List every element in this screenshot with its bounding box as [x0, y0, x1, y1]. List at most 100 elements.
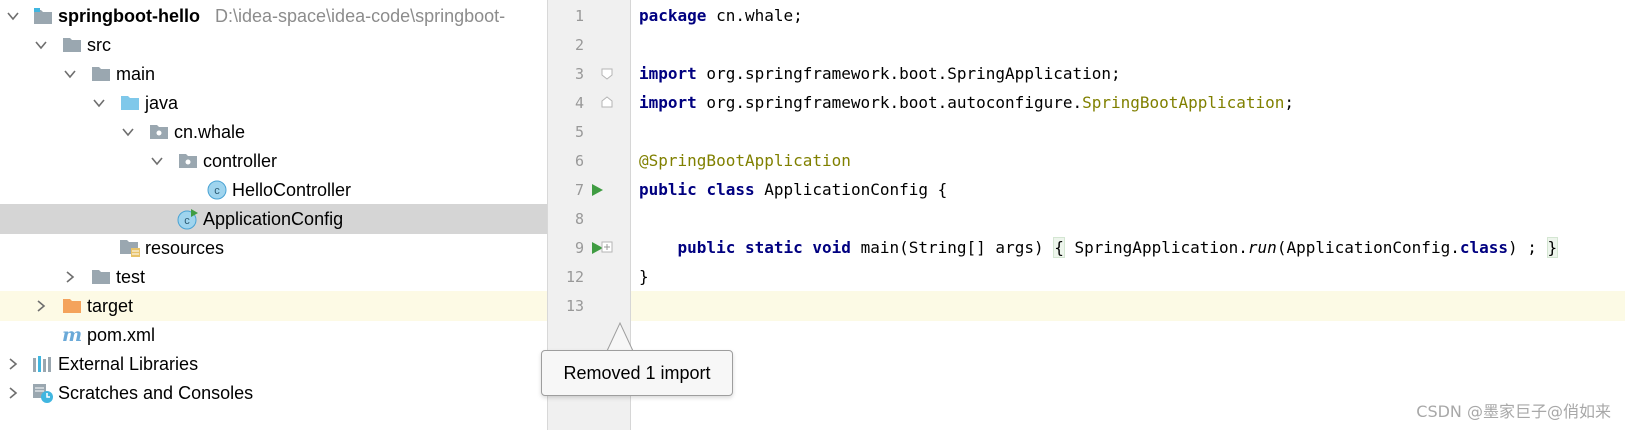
fold-start-icon[interactable] — [601, 68, 613, 80]
keyword: public — [677, 238, 736, 257]
tree-item-label: target — [87, 296, 134, 316]
module-folder-icon — [32, 5, 54, 27]
tree-item-label: controller — [203, 151, 278, 171]
code-text: ApplicationConfig { — [754, 180, 948, 199]
code-text: org.springframework.boot.SpringApplicati… — [696, 64, 1121, 83]
tree-item-application-config[interactable]: c ApplicationConfig — [0, 204, 547, 234]
line-number: 7 — [574, 181, 584, 199]
folded-brace-open[interactable]: { — [1053, 237, 1065, 258]
tooltip-text: Removed 1 import — [563, 362, 711, 383]
code-text: cn.whale; — [706, 6, 803, 25]
tree-item-external-libraries[interactable]: External Libraries — [0, 349, 547, 379]
spring-boot-class-icon: c — [177, 208, 199, 230]
folded-brace-close[interactable]: } — [1546, 237, 1559, 258]
folder-icon — [90, 266, 112, 288]
tree-item-label: External Libraries — [58, 354, 199, 374]
tree-item-pom-xml[interactable]: m pom.xml — [0, 320, 547, 350]
chevron-down-icon[interactable] — [90, 94, 108, 112]
source-root-icon — [119, 92, 141, 114]
keyword: import — [639, 64, 697, 83]
chevron-right-icon[interactable] — [32, 297, 50, 315]
annotation: @SpringBootApplication — [639, 151, 851, 170]
line-number: 2 — [574, 36, 584, 54]
module-path-hint: D:\idea-space\idea-code\springboot- — [215, 6, 506, 26]
project-tree-panel: springboot-hello D:\idea-space\idea-code… — [0, 0, 548, 430]
line-number: 12 — [565, 268, 584, 286]
tree-item-target[interactable]: target — [0, 291, 547, 321]
line-number: 8 — [574, 210, 584, 228]
class-icon: c — [206, 179, 228, 201]
tooltip-pointer — [606, 321, 634, 352]
line-number: 5 — [574, 123, 584, 141]
keyword: void — [812, 238, 851, 257]
chevron-down-icon[interactable] — [119, 123, 137, 141]
svg-text:c: c — [184, 215, 190, 227]
code-text: ) ; — [1508, 238, 1547, 257]
line-number: 3 — [574, 65, 584, 83]
code-text: org.springframework.boot.autoconfigure. — [696, 93, 1083, 112]
line-number: 9 — [574, 239, 584, 257]
tree-item-label: ApplicationConfig — [203, 209, 344, 229]
code-line-7: public class ApplicationConfig { — [631, 175, 1625, 205]
line-number: 6 — [574, 152, 584, 170]
tree-item-label: src — [87, 35, 111, 55]
chevron-right-icon[interactable] — [4, 384, 22, 402]
keyword: class — [1459, 238, 1509, 257]
tree-item-src[interactable]: src — [0, 30, 547, 60]
removed-import-tooltip: Removed 1 import — [541, 350, 733, 396]
tree-item-resources[interactable]: resources — [0, 233, 547, 263]
module-name: springboot-hello — [58, 6, 200, 26]
tree-item-root-module[interactable]: springboot-hello D:\idea-space\idea-code… — [0, 1, 547, 31]
tree-item-label: test — [116, 267, 146, 287]
annotation-ref: SpringBootApplication — [1082, 93, 1285, 112]
tree-item-package-controller[interactable]: controller — [0, 146, 547, 176]
tree-item-label: pom.xml — [87, 325, 156, 345]
tree-item-java[interactable]: java — [0, 88, 547, 118]
line-number: 13 — [565, 297, 584, 315]
keyword: package — [639, 6, 707, 25]
tree-item-test[interactable]: test — [0, 262, 547, 292]
tree-item-label: Scratches and Consoles — [58, 383, 254, 403]
tree-item-main[interactable]: main — [0, 59, 547, 89]
code-text: (ApplicationConfig. — [1276, 238, 1460, 257]
folder-icon — [90, 63, 112, 85]
chevron-right-icon[interactable] — [61, 268, 79, 286]
tree-item-scratches-and-consoles[interactable]: Scratches and Consoles — [0, 378, 547, 408]
code-line-13-current — [631, 291, 1625, 321]
chevron-right-icon[interactable] — [4, 355, 22, 373]
excluded-folder-icon — [61, 295, 83, 317]
tree-item-label: main — [116, 64, 156, 84]
chevron-down-icon[interactable] — [32, 36, 50, 54]
maven-icon: m — [61, 324, 83, 346]
tree-item-package-cn-whale[interactable]: cn.whale — [0, 117, 547, 147]
tree-item-label: HelloController — [232, 180, 352, 200]
tree-item-label: cn.whale — [174, 122, 246, 142]
code-editor[interactable]: package cn.whale; import org.springframe… — [631, 0, 1625, 430]
folded-region-icon[interactable] — [601, 241, 613, 253]
tree-item-label: resources — [145, 238, 225, 258]
keyword: static — [744, 238, 803, 257]
code-line-3: import org.springframework.boot.SpringAp… — [631, 59, 1625, 89]
chevron-down-icon[interactable] — [148, 152, 166, 170]
code-text: main(String[] args) — [850, 238, 1054, 257]
code-text: } — [639, 267, 649, 286]
folder-icon — [61, 34, 83, 56]
line-number: 4 — [574, 94, 584, 112]
chevron-down-icon[interactable] — [61, 65, 79, 83]
package-icon — [148, 121, 170, 143]
method-call: run — [1247, 238, 1277, 257]
resources-folder-icon — [119, 237, 141, 259]
keyword: class — [706, 180, 755, 199]
scratches-icon — [32, 382, 54, 404]
chevron-down-icon[interactable] — [4, 7, 22, 25]
fold-end-icon[interactable] — [601, 96, 613, 108]
run-class-icon[interactable] — [590, 183, 604, 197]
code-text: SpringApplication. — [1064, 238, 1248, 257]
tree-item-hello-controller[interactable]: c HelloController — [0, 175, 547, 205]
tree-item-label: java — [145, 93, 179, 113]
libraries-icon — [32, 353, 54, 375]
code-line-1: package cn.whale; — [631, 1, 1625, 31]
svg-text:c: c — [214, 185, 220, 197]
code-line-9: public static void main(String[] args) {… — [631, 233, 1625, 263]
